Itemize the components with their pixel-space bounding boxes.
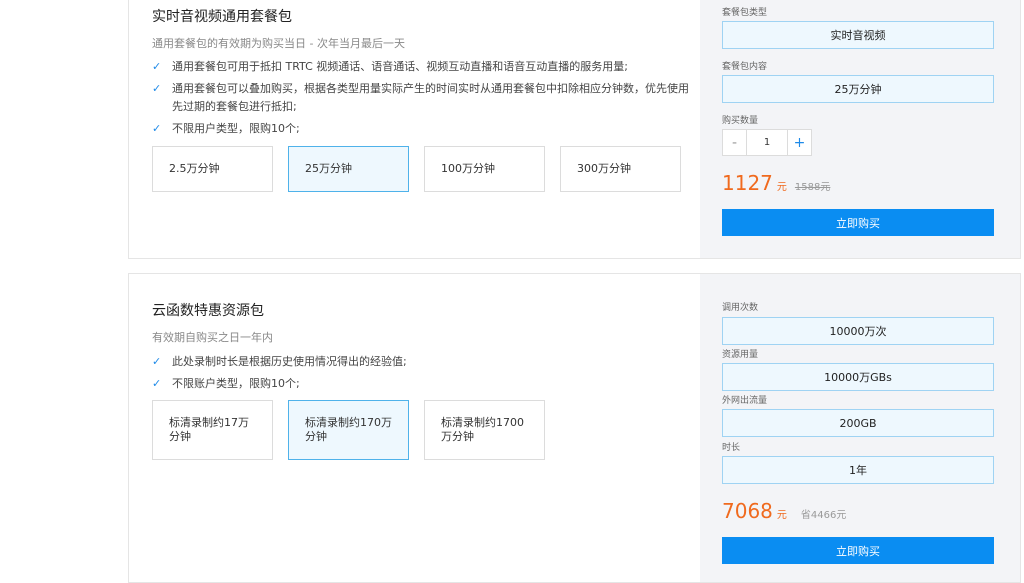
decrement-button[interactable]: - xyxy=(723,130,747,155)
quantity-stepper: - 1 + xyxy=(722,129,812,156)
traffic-select[interactable]: 200GB xyxy=(722,409,994,437)
feature-item: ✓ 通用套餐包可用于抵扣 TRTC 视频通话、语音通话、视频互动直播和语音互动直… xyxy=(152,58,692,76)
usage-select[interactable]: 10000万GBs xyxy=(722,363,994,391)
price-unit: 元 xyxy=(776,182,787,193)
quantity-label: 购买数量 xyxy=(722,116,759,126)
duration-select[interactable]: 1年 xyxy=(722,456,994,484)
feature-item: ✓ 此处录制时长是根据历史使用情况得出的经验值; xyxy=(152,353,692,371)
option-2.5w-minutes[interactable]: 2.5万分钟 xyxy=(152,146,273,192)
order-panel: 套餐包类型 实时音视频 套餐包内容 25万分钟 购买数量 - 1 + 1127 … xyxy=(700,0,1020,258)
order-panel: 调用次数 10000万次 资源用量 10000万GBs 外网出流量 200GB … xyxy=(700,274,1020,582)
price-value: 7068 xyxy=(722,499,773,523)
price-row: 7068 元 省4466元 xyxy=(722,499,846,523)
calls-select[interactable]: 10000万次 xyxy=(722,317,994,345)
option-100w-minutes[interactable]: 100万分钟 xyxy=(424,146,545,192)
quantity-input[interactable]: 1 xyxy=(747,130,787,155)
price-unit: 元 xyxy=(776,510,787,521)
check-icon: ✓ xyxy=(152,377,162,390)
package-subtitle: 通用套餐包的有效期为购买当日 - 次年当月最后一天 xyxy=(152,37,405,50)
feature-item: ✓ 不限用户类型，限购10个; xyxy=(152,120,692,138)
content-label: 套餐包内容 xyxy=(722,62,768,72)
duration-label: 时长 xyxy=(722,443,741,453)
price-value: 1127 xyxy=(722,171,773,195)
feature-item: ✓ 通用套餐包可以叠加购买，根据各类型用量实际产生的时间实时从通用套餐包中扣除相… xyxy=(152,80,692,116)
savings-text: 省4466元 xyxy=(800,510,847,521)
check-icon: ✓ xyxy=(152,355,162,368)
price-row: 1127 元 1588元 xyxy=(722,171,830,195)
feature-item: ✓ 不限账户类型，限购10个; xyxy=(152,375,692,393)
buy-now-button[interactable]: 立即购买 xyxy=(722,537,994,564)
usage-label: 资源用量 xyxy=(722,350,759,360)
package-title: 实时音视频通用套餐包 xyxy=(152,9,292,25)
option-25w-minutes[interactable]: 25万分钟 xyxy=(288,146,409,192)
check-icon: ✓ xyxy=(152,122,162,135)
content-select[interactable]: 25万分钟 xyxy=(722,75,994,103)
type-select[interactable]: 实时音视频 xyxy=(722,21,994,49)
type-label: 套餐包类型 xyxy=(722,8,768,18)
original-price: 1588元 xyxy=(794,182,831,193)
package-title: 云函数特惠资源包 xyxy=(152,303,264,319)
option-1700w-minutes[interactable]: 标清录制约1700万分钟 xyxy=(424,400,545,460)
increment-button[interactable]: + xyxy=(787,130,811,155)
option-300w-minutes[interactable]: 300万分钟 xyxy=(560,146,681,192)
calls-label: 调用次数 xyxy=(722,303,759,313)
package-card-scf: 云函数特惠资源包 有效期自购买之日一年内 ✓ 此处录制时长是根据历史使用情况得出… xyxy=(128,273,1021,583)
buy-now-button[interactable]: 立即购买 xyxy=(722,209,994,236)
check-icon: ✓ xyxy=(152,60,162,73)
option-170w-minutes[interactable]: 标清录制约170万分钟 xyxy=(288,400,409,460)
package-card-trtc: 实时音视频通用套餐包 通用套餐包的有效期为购买当日 - 次年当月最后一天 ✓ 通… xyxy=(128,0,1021,259)
option-17w-minutes[interactable]: 标清录制约17万分钟 xyxy=(152,400,273,460)
check-icon: ✓ xyxy=(152,82,162,95)
package-subtitle: 有效期自购买之日一年内 xyxy=(152,331,273,344)
traffic-label: 外网出流量 xyxy=(722,396,768,406)
